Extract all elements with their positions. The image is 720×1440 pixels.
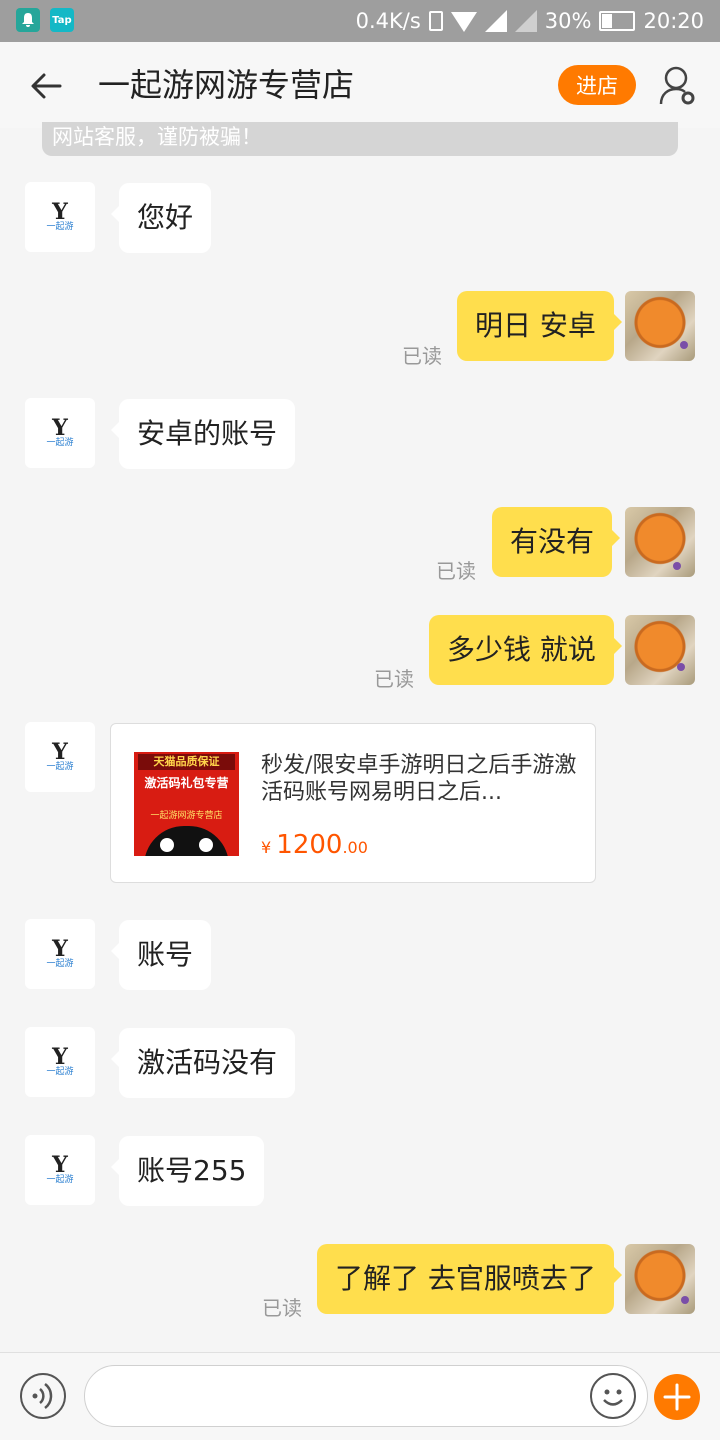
shop-logo-sub: 一起游 [46,1175,74,1185]
product-image-banner: 天猫品质保证 [138,754,235,770]
wifi-icon [450,12,477,32]
cat-logo-icon [144,826,229,856]
enter-store-button[interactable]: 进店 [558,65,636,105]
read-status: 已读 [436,559,476,583]
cat-eye [199,838,213,852]
tap-app-icon: Tap [50,8,74,32]
shop-avatar[interactable]: Y 一起游 [25,1135,95,1205]
message-bubble-outgoing[interactable]: 了解了 去官服喷去了 [317,1244,622,1314]
input-bar [0,1352,720,1440]
message-bubble-outgoing[interactable]: 多少钱 就说 [429,615,622,685]
read-status: 已读 [402,344,442,368]
price-currency: ¥ [261,838,272,857]
shop-avatar[interactable]: Y 一起游 [25,919,95,989]
vibrate-icon [428,11,443,31]
back-arrow-icon[interactable] [28,68,64,104]
read-status: 已读 [374,667,414,691]
plus-icon[interactable] [654,1374,700,1420]
product-title: 秒发/限安卓手游明日之后手游激活码账号网易明日之后... [261,753,577,805]
user-settings-icon[interactable] [658,64,698,108]
shop-logo-mark: Y [52,1044,68,1070]
notification-icon [16,8,40,32]
product-image-shop: 一起游网游专营店 [150,811,223,821]
message-bubble-outgoing[interactable]: 有没有 [492,507,621,577]
read-status: 已读 [262,1296,302,1320]
user-avatar[interactable] [625,507,695,577]
emoji-icon[interactable] [590,1373,636,1419]
battery-percent: 30% [544,9,592,33]
message-bubble-incoming[interactable]: 安卓的账号 [110,399,296,469]
shop-logo-sub: 一起游 [46,438,74,448]
message-bubble-incoming[interactable]: 您好 [110,183,212,253]
notice-banner: 网站客服，谨防被骗！ [42,122,678,156]
title-bar: 一起游网游专营店 进店 [0,42,720,128]
product-image[interactable]: 天猫品质保证 激活码礼包专营 一起游网游专营店 [134,752,239,856]
user-avatar[interactable] [625,291,695,361]
product-price: ¥ 1200.00 [261,830,368,860]
status-bar: Tap 0.4K/s 30% 20:20 [0,0,720,42]
price-integer: 1200 [276,830,343,860]
shop-logo-mark: Y [52,415,68,441]
cat-eye [160,838,174,852]
shop-logo-mark: Y [52,199,68,225]
page-title: 一起游网游专营店 [98,66,355,104]
product-card[interactable]: 天猫品质保证 激活码礼包专营 一起游网游专营店 秒发/限安卓手游明日之后手游激活… [110,723,596,883]
shop-logo-mark: Y [52,1152,68,1178]
shop-avatar[interactable]: Y 一起游 [25,398,95,468]
shop-logo-mark: Y [52,739,68,765]
shop-logo-sub: 一起游 [46,1067,74,1077]
user-avatar[interactable] [625,615,695,685]
shop-logo-sub: 一起游 [46,959,74,969]
signal-2-icon [514,10,537,32]
shop-logo-sub: 一起游 [46,222,74,232]
shop-logo-sub: 一起游 [46,762,74,772]
clock: 20:20 [643,9,704,33]
network-speed: 0.4K/s [355,9,421,33]
shop-avatar[interactable]: Y 一起游 [25,1027,95,1097]
message-bubble-incoming[interactable]: 激活码没有 [110,1028,296,1098]
voice-icon[interactable] [20,1373,66,1419]
shop-logo-mark: Y [52,936,68,962]
signal-icon [484,10,507,32]
battery-icon [599,11,636,31]
shop-avatar[interactable]: Y 一起游 [25,722,95,792]
message-bubble-incoming[interactable]: 账号255 [110,1136,265,1206]
message-bubble-outgoing[interactable]: 明日 安卓 [457,291,622,361]
price-decimal: .00 [342,838,368,857]
user-avatar[interactable] [625,1244,695,1314]
message-bubble-incoming[interactable]: 账号 [110,920,212,990]
product-image-main: 激活码礼包专营 [144,776,229,790]
shop-avatar[interactable]: Y 一起游 [25,182,95,252]
message-input[interactable] [84,1365,648,1427]
